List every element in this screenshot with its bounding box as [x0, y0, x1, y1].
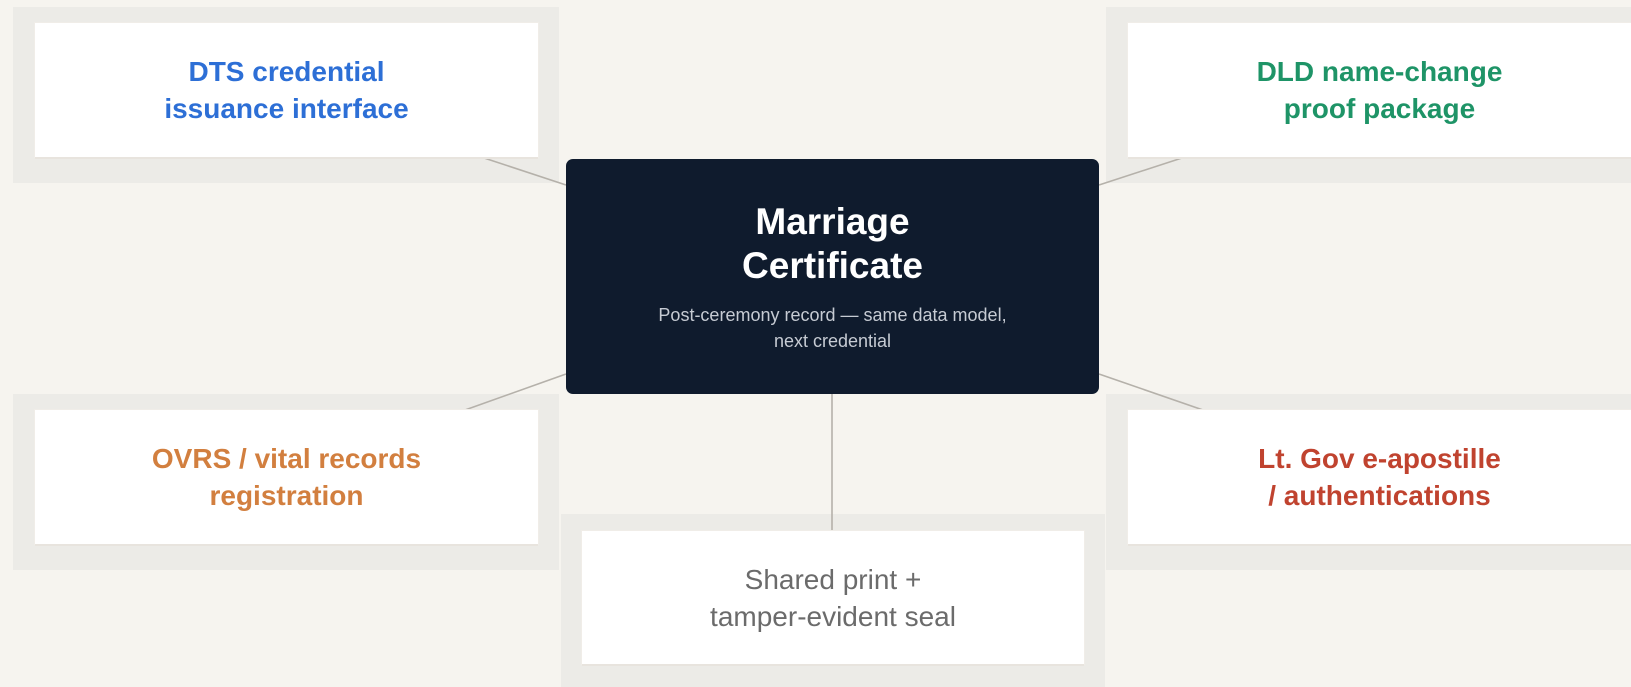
node-ovrs-vital-records: OVRS / vital records registration — [35, 410, 538, 544]
node-label-seal: Shared print + tamper-evident seal — [710, 563, 956, 632]
hub-subtitle: Post-ceremony record — same data model, … — [658, 304, 1007, 351]
connector-ovrs — [464, 373, 567, 411]
node-label-ovrs: OVRS / vital records registration — [151, 443, 422, 511]
node-lt-gov-apostille: Lt. Gov e-apostille / authentications — [1128, 410, 1631, 544]
connector-dts — [477, 155, 567, 186]
hub-title: Marriage Certificate — [742, 200, 923, 286]
node-label-dld: DLD name-change proof package — [1256, 56, 1503, 124]
node-label-dts: DTS credential issuance interface — [164, 56, 409, 124]
node-dts-credential-issuance: DTS credential issuance interface — [35, 23, 538, 157]
hub-marriage-certificate: Marriage Certificate Post-ceremony recor… — [566, 159, 1099, 394]
connector-apostille — [1098, 373, 1204, 411]
diagram-canvas: DTS credential issuance interface DLD na… — [0, 0, 1631, 687]
connector-dld — [1098, 155, 1189, 186]
node-shared-print-seal: Shared print + tamper-evident seal — [582, 531, 1084, 664]
node-label-apostille: Lt. Gov e-apostille / authentications — [1258, 443, 1501, 511]
node-dld-name-change: DLD name-change proof package — [1128, 23, 1631, 157]
